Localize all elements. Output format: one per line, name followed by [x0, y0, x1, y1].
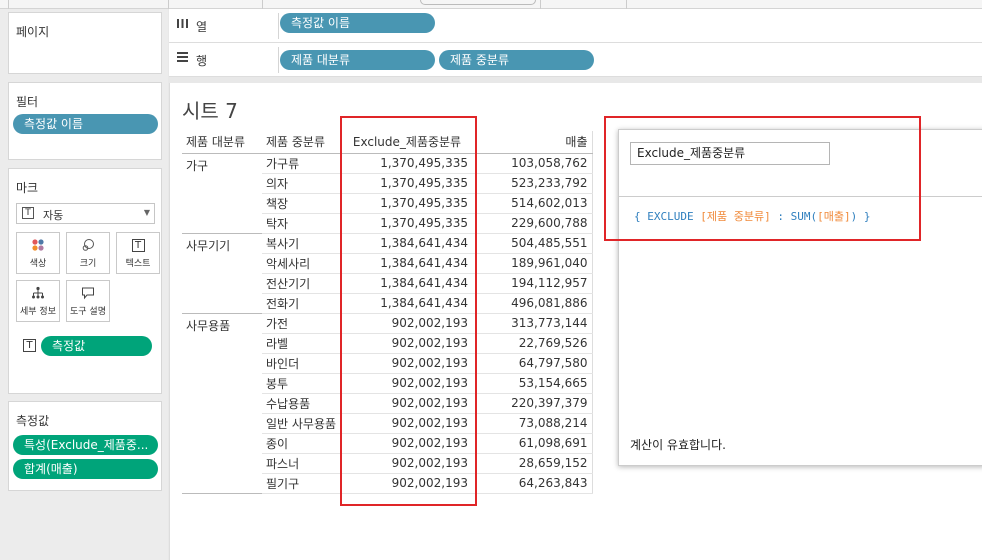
filter-pill-measure-names[interactable]: 측정값 이름	[13, 114, 158, 134]
cell-sales[interactable]: 64,263,843	[472, 473, 593, 494]
text-icon: T	[117, 238, 159, 252]
columns-icon	[176, 17, 189, 33]
cell-subcategory[interactable]: 가구류	[262, 153, 342, 174]
size-button[interactable]: 크기	[66, 232, 110, 274]
cell-sales[interactable]: 53,154,665	[472, 373, 593, 394]
header-category[interactable]: 제품 대분류	[182, 131, 262, 154]
columns-pill-measure-names[interactable]: 측정값 이름	[280, 13, 435, 33]
cell-subcategory[interactable]: 수납용품	[262, 393, 342, 414]
text-button[interactable]: T 텍스트	[116, 232, 160, 274]
shelf-divider	[278, 13, 279, 39]
color-button[interactable]: 색상	[16, 232, 60, 274]
toolbar-search-box[interactable]	[420, 0, 536, 5]
detail-button[interactable]: 세부 정보	[16, 280, 60, 322]
cell-subcategory[interactable]: 악세사리	[262, 253, 342, 274]
top-toolbar-strip	[0, 0, 982, 9]
calc-status: 계산이 유효합니다.	[630, 438, 726, 452]
cell-subcategory[interactable]: 일반 사무용품	[262, 413, 342, 434]
cell-subcategory[interactable]: 파스너	[262, 453, 342, 474]
chevron-down-icon: ▼	[143, 208, 150, 217]
measure-values-title: 측정값	[16, 414, 50, 428]
toolbar-separator	[626, 0, 627, 9]
cell-sales[interactable]: 28,659,152	[472, 453, 593, 474]
cell-subcategory[interactable]: 의자	[262, 173, 342, 194]
sheet-title: 시트 7	[182, 99, 238, 123]
pages-title: 페이지	[16, 25, 50, 39]
pages-card: 페이지	[8, 12, 162, 74]
shelf-divider	[278, 47, 279, 73]
cell-sales[interactable]: 22,769,526	[472, 333, 593, 354]
color-label: 색상	[29, 259, 47, 269]
rows-icon	[176, 51, 189, 67]
cell-sales[interactable]: 229,600,788	[472, 213, 593, 234]
cell-sales[interactable]: 64,797,580	[472, 353, 593, 374]
header-sales[interactable]: 매출	[472, 131, 593, 154]
cell-sales[interactable]: 61,098,691	[472, 433, 593, 454]
main-view: 시트 7 제품 대분류 제품 중분류 Exclude_제품중분류 매출 가구 가구…	[169, 83, 982, 560]
text-shelf-icon: T	[23, 339, 36, 352]
cell-subcategory[interactable]: 전산기기	[262, 273, 342, 294]
cell-sales[interactable]: 523,233,792	[472, 173, 593, 194]
rows-shelf[interactable]: 행 제품 대분류 제품 중분류	[169, 43, 982, 77]
measure-pill-exclude[interactable]: 특성(Exclude_제품중...	[13, 435, 158, 455]
mark-type-label: 자동	[43, 209, 64, 222]
columns-shelf[interactable]: 열 측정값 이름	[169, 9, 982, 43]
cell-subcategory[interactable]: 바인더	[262, 353, 342, 374]
mark-type-dropdown[interactable]: T 자동 ▼	[16, 203, 155, 224]
rows-pill-subcategory[interactable]: 제품 중분류	[439, 50, 594, 70]
highlight-calc-formula	[604, 116, 921, 241]
rows-pill-category[interactable]: 제품 대분류	[280, 50, 435, 70]
cell-sales[interactable]: 73,088,214	[472, 413, 593, 434]
cell-category[interactable]: 사무용품	[182, 312, 262, 494]
measure-values-card: 측정값 특성(Exclude_제품중... 합계(매출)	[8, 401, 162, 491]
left-panel: 페이지 필터 측정값 이름 마크 T 자동 ▼ 색상 크기 T 텍스트 세부 정…	[0, 9, 168, 560]
rows-label: 행	[196, 54, 208, 68]
tooltip-label: 도구 설명	[70, 307, 106, 317]
toolbar-separator	[8, 0, 9, 9]
cell-sales[interactable]: 220,397,379	[472, 393, 593, 414]
filters-card[interactable]: 필터 측정값 이름	[8, 82, 162, 160]
marks-title: 마크	[16, 181, 39, 195]
text-label: 텍스트	[125, 259, 151, 269]
color-icon	[17, 238, 59, 256]
detail-icon	[17, 286, 59, 304]
cell-subcategory[interactable]: 라벨	[262, 333, 342, 354]
toolbar-separator	[168, 0, 169, 9]
tooltip-icon	[67, 286, 109, 304]
toolbar-separator	[540, 0, 541, 9]
cell-subcategory[interactable]: 탁자	[262, 213, 342, 234]
cell-sales[interactable]: 103,058,762	[472, 153, 593, 174]
cell-sales[interactable]: 189,961,040	[472, 253, 593, 274]
cell-subcategory[interactable]: 봉투	[262, 373, 342, 394]
measure-pill-sales-sum[interactable]: 합계(매출)	[13, 459, 158, 479]
cell-category[interactable]: 사무기기	[182, 232, 262, 314]
marks-pill-measure-values[interactable]: 측정값	[41, 336, 152, 356]
cell-subcategory[interactable]: 종이	[262, 433, 342, 454]
filters-title: 필터	[16, 95, 39, 109]
cell-sales[interactable]: 496,081,886	[472, 293, 593, 314]
cell-category[interactable]: 가구	[182, 153, 262, 234]
cell-subcategory[interactable]: 전화기	[262, 293, 342, 314]
cell-subcategory[interactable]: 가전	[262, 312, 342, 334]
text-mark-icon: T	[22, 207, 34, 219]
cell-subcategory[interactable]: 복사기	[262, 232, 342, 254]
marks-card: 마크 T 자동 ▼ 색상 크기 T 텍스트 세부 정보 도구 설명 T 측정값	[8, 168, 162, 394]
size-icon	[67, 238, 109, 256]
toolbar-separator	[262, 0, 263, 9]
cell-subcategory[interactable]: 책장	[262, 193, 342, 214]
size-label: 크기	[79, 259, 97, 269]
cell-subcategory[interactable]: 필기구	[262, 473, 342, 494]
cell-sales[interactable]: 194,112,957	[472, 273, 593, 294]
columns-label: 열	[196, 20, 208, 34]
cell-sales[interactable]: 313,773,144	[472, 312, 593, 334]
cell-sales[interactable]: 504,485,551	[472, 232, 593, 254]
highlight-exclude-column	[340, 116, 477, 506]
cell-sales[interactable]: 514,602,013	[472, 193, 593, 214]
detail-label: 세부 정보	[20, 307, 56, 317]
header-subcategory[interactable]: 제품 중분류	[262, 131, 342, 154]
tooltip-button[interactable]: 도구 설명	[66, 280, 110, 322]
